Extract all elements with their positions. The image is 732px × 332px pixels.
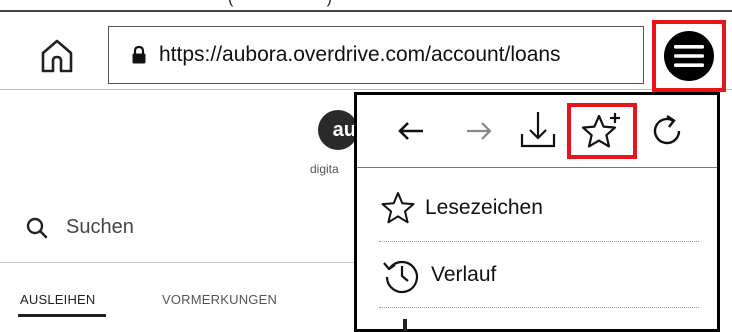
url-text: https://aubora.overdrive.com/account/loa… [159,43,561,66]
reload-button[interactable] [647,111,687,151]
back-button[interactable] [391,113,431,149]
top-clipped-text: ( ) [228,0,332,8]
menu-nav-row [357,95,717,168]
address-bar[interactable]: https://aubora.overdrive.com/account/loa… [108,26,644,84]
site-logo[interactable]: au [318,110,358,150]
back-arrow-icon [398,122,423,140]
menu-item-bookmarks[interactable]: Lesezeichen [381,191,543,225]
search-icon [26,217,48,238]
forward-button[interactable] [459,113,499,149]
reload-icon [653,114,681,145]
menu-button-highlight[interactable] [652,20,726,92]
menu-item-bookmarks-label: Lesezeichen [425,196,543,219]
home-button[interactable] [22,28,92,84]
lock-icon [131,45,147,65]
section-divider [0,262,360,263]
menu-divider [379,241,699,242]
add-bookmark-button[interactable] [567,103,637,159]
star-icon [381,192,415,224]
menu-item-history-label: Verlauf [431,263,497,286]
add-bookmark-icon [581,113,620,148]
history-icon [383,260,419,294]
site-logo-subtitle: digita [310,162,339,176]
browser-toolbar: https://aubora.overdrive.com/account/loa… [0,10,732,92]
next-item-clipped [403,319,407,331]
search-field[interactable]: Suchen [26,216,134,239]
hamburger-menu-icon[interactable] [664,31,714,81]
search-label: Suchen [66,216,134,238]
tab-vormerkungen[interactable]: VORMERKUNGEN [162,292,277,307]
home-icon [41,39,73,73]
tab-ausleihen[interactable]: AUSLEIHEN [20,292,96,307]
browser-menu-dropdown: Lesezeichen Verlauf [354,92,720,332]
download-button[interactable] [517,105,559,155]
active-tab-indicator [18,314,106,317]
download-icon [520,112,556,148]
forward-arrow-icon [467,122,492,140]
menu-item-history[interactable]: Verlauf [381,255,496,295]
menu-divider [379,307,699,308]
